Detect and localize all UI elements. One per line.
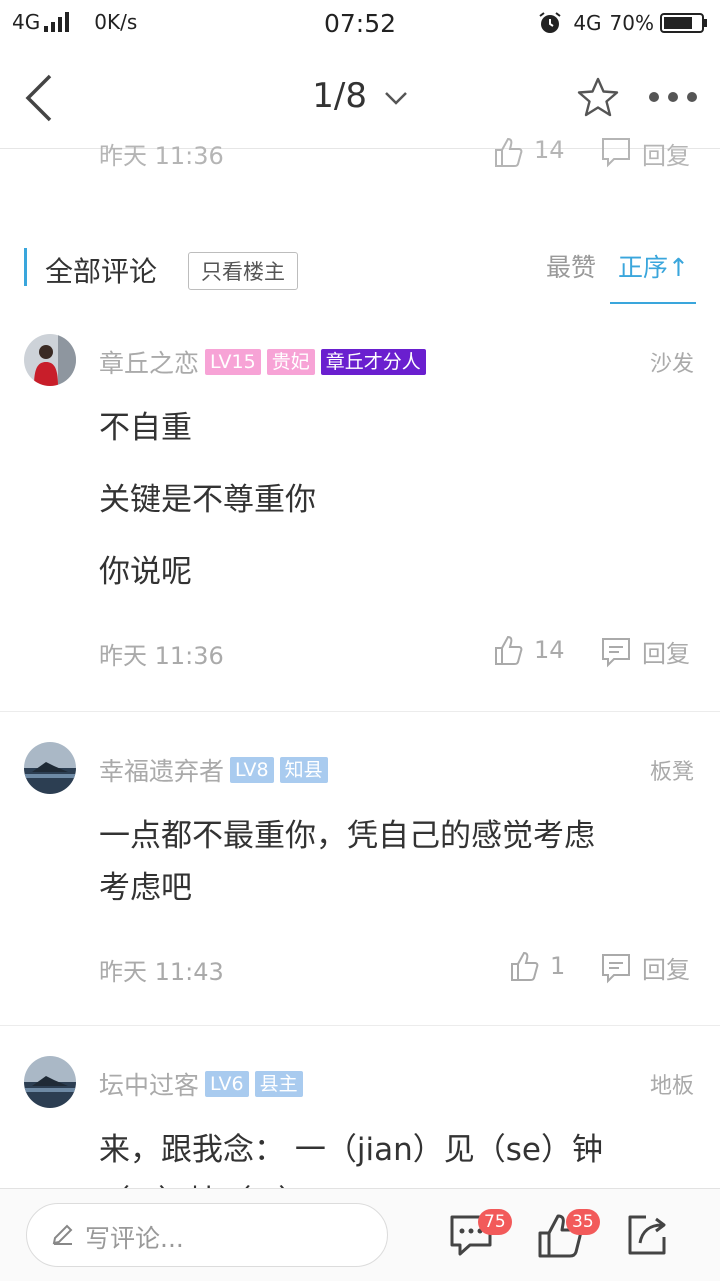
like-count: 14 <box>534 636 565 664</box>
title-badge: 贵妃 <box>266 349 315 375</box>
floor-label: 地板 <box>649 1074 694 1099</box>
page-indicator: 1/8 <box>312 76 367 116</box>
chevron-down-icon <box>384 91 407 105</box>
avatar[interactable] <box>24 1056 76 1108</box>
comment-time: 昨天 11:43 <box>99 958 224 986</box>
previous-item-meta: 昨天 11:36 14 回复 <box>0 130 720 170</box>
comment-item: 幸福遗弃者 LV8 知县 板凳 一点都不最重你，凭自己的感觉考虑 考虑吧 昨天 … <box>0 712 720 1024</box>
avatar[interactable] <box>24 742 76 794</box>
sort-ascending-tab[interactable]: 正序↑ <box>610 238 696 304</box>
comment-text-line: 不自重 <box>99 410 192 446</box>
comment-icon <box>602 637 630 667</box>
comments-header: 全部评论 只看楼主 最赞 正序↑ <box>0 238 720 304</box>
network-type-2: 4G <box>573 11 602 35</box>
title-badge: 县主 <box>254 1071 303 1097</box>
comment-text-line: 关键是不尊重你 <box>99 482 316 518</box>
sort-best-tab[interactable]: 最赞 <box>546 248 596 284</box>
previous-reply[interactable]: 回复 <box>642 136 690 170</box>
comment-input-placeholder: 写评论... <box>85 1224 184 1253</box>
like-button[interactable]: 14 <box>492 634 565 666</box>
section-accent-bar <box>24 248 27 286</box>
level-badge: LV6 <box>205 1071 249 1097</box>
honor-badge: 章丘才分人 <box>320 349 426 375</box>
username[interactable]: 坛中过客 <box>99 1066 199 1102</box>
thumb-up-icon[interactable] <box>492 136 524 168</box>
battery-percent: 70% <box>609 11 654 35</box>
level-badge: LV8 <box>230 757 274 783</box>
title-badge: 知县 <box>279 757 328 783</box>
comment-time: 昨天 11:36 <box>99 642 224 670</box>
username[interactable]: 幸福遗弃者 <box>99 752 224 788</box>
like-count-badge: 35 <box>566 1209 600 1235</box>
comment-count-badge: 75 <box>478 1209 512 1235</box>
comment-text-line: 来，跟我念： 一（jian）见（se）钟 <box>99 1132 603 1168</box>
floor-label: 板凳 <box>649 760 694 785</box>
comment-text-line: （qi）情（yi） <box>99 1176 309 1188</box>
username-row: 章丘之恋 LV15 贵妃 章丘才分人 <box>99 344 426 380</box>
previous-likes: 14 <box>534 136 565 164</box>
reply-button[interactable]: 回复 <box>600 634 690 669</box>
reply-label: 回复 <box>642 956 690 984</box>
comment-text-line: 考虑吧 <box>99 870 192 906</box>
comment-icon[interactable] <box>600 136 632 168</box>
more-icon[interactable] <box>648 90 698 104</box>
battery-icon <box>660 13 707 33</box>
sort-ascending-label: 正序↑ <box>618 253 689 282</box>
reply-button[interactable]: 回复 <box>600 950 690 985</box>
level-badge: LV15 <box>205 349 261 375</box>
bottom-bar: 写评论... 75 35 <box>0 1188 720 1281</box>
pencil-icon <box>52 1224 73 1245</box>
alarm-icon <box>539 12 561 33</box>
owner-only-button[interactable]: 只看楼主 <box>188 252 298 290</box>
username-row: 幸福遗弃者 LV8 知县 <box>99 752 328 788</box>
comment-text-line: 一点都不最重你，凭自己的感觉考虑 <box>99 818 595 854</box>
section-title: 全部评论 <box>45 255 158 288</box>
thumb-up-icon <box>495 635 523 665</box>
comment-icon <box>602 953 630 983</box>
star-icon[interactable] <box>576 76 620 120</box>
previous-time: 昨天 11:36 <box>99 142 224 170</box>
status-right: 4G 70% <box>537 10 708 36</box>
avatar[interactable] <box>24 334 76 386</box>
thumb-up-icon <box>511 951 539 981</box>
floor-label: 沙发 <box>649 352 694 377</box>
username-row: 坛中过客 LV6 县主 <box>99 1066 303 1102</box>
like-count: 1 <box>550 952 566 980</box>
comment-text-line: 你说呢 <box>99 554 192 590</box>
comment-item: 坛中过客 LV6 县主 地板 来，跟我念： 一（jian）见（se）钟 （qi）… <box>0 1026 720 1188</box>
like-button[interactable]: 1 <box>508 950 565 982</box>
comment-input[interactable]: 写评论... <box>26 1203 388 1267</box>
status-bar: 4G 0K/s 07:52 4G 70% <box>0 0 720 50</box>
share-icon[interactable] <box>624 1211 672 1259</box>
comment-item: 章丘之恋 LV15 贵妃 章丘才分人 沙发 不自重 关键是不尊重你 你说呢 昨天… <box>0 310 720 710</box>
reply-label: 回复 <box>642 640 690 668</box>
username[interactable]: 章丘之恋 <box>99 344 199 380</box>
